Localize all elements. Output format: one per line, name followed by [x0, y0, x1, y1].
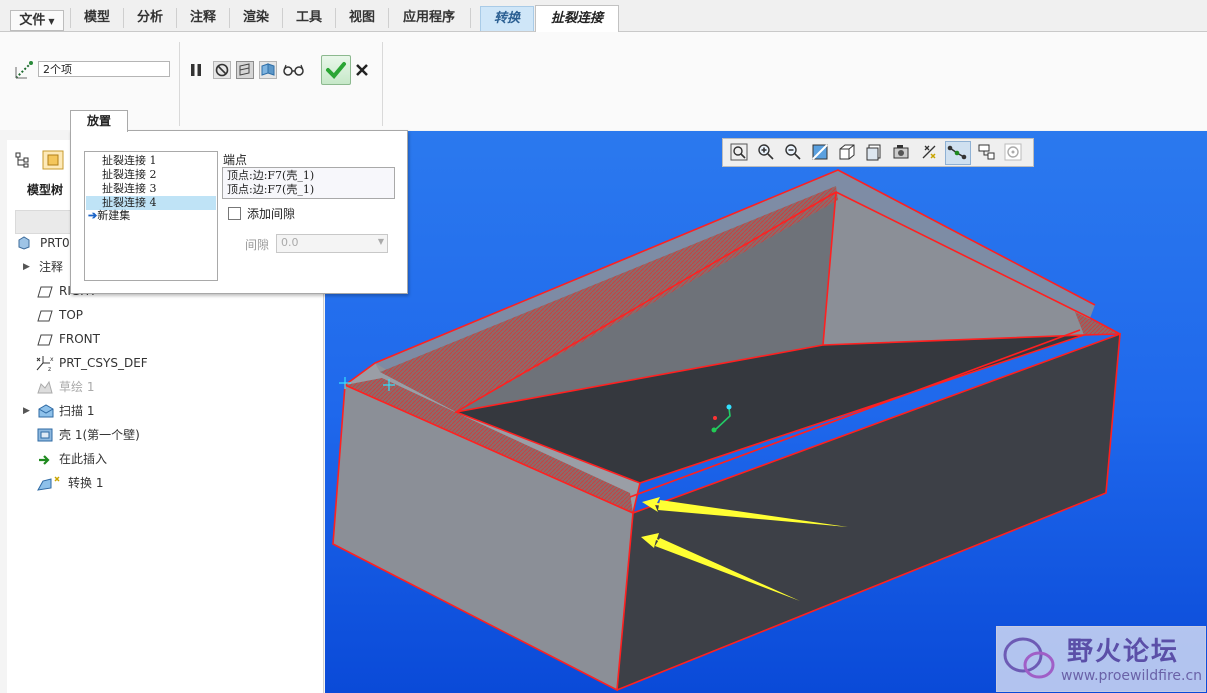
model-view [332, 169, 1121, 692]
gap-value: 0.0 [281, 236, 299, 249]
model-tree-icon[interactable] [15, 152, 31, 168]
annotation-display-icon[interactable] [976, 142, 996, 162]
convert-feature-icon [37, 476, 60, 491]
ribbon: 2个项 [0, 32, 1207, 130]
chevron-down-icon: ▼ [377, 237, 384, 246]
spin-center-icon[interactable] [1003, 142, 1023, 162]
set-list[interactable]: 扯裂连接 1 扯裂连接 2 扯裂连接 3 扯裂连接 4 ➔新建集 [84, 151, 218, 281]
add-gap-checkbox[interactable] [228, 207, 241, 220]
endpoint-item[interactable]: 顶点:边:F7(壳_1) [227, 169, 314, 183]
tab-placement[interactable]: 放置 [70, 110, 128, 132]
tab-tools[interactable]: 工具 [283, 6, 335, 30]
tree-item-label: 草绘 1 [59, 380, 95, 394]
tab-annotate[interactable]: 注释 [177, 6, 229, 30]
edge-chain-icon [15, 61, 33, 79]
placement-panel: 扯裂连接 1 扯裂连接 2 扯裂连接 3 扯裂连接 4 ➔新建集 端点 顶点:边… [70, 130, 408, 294]
coordinate-system-icon: zx [36, 356, 54, 372]
ok-button[interactable] [321, 55, 351, 85]
add-gap-label: 添加间隙 [247, 207, 296, 221]
watermark-title: 野火论坛 [1067, 637, 1180, 667]
file-menu-label: 文件 [19, 13, 46, 28]
datum-plane-icon [37, 310, 53, 322]
cancel-x-icon[interactable] [355, 63, 369, 77]
datum-plane-icon [37, 334, 53, 346]
tab-render[interactable]: 渲染 [230, 6, 282, 30]
tree-item-label: 壳 1(第一个壁) [59, 428, 140, 442]
new-set-item[interactable]: ➔新建集 [88, 209, 130, 223]
menu-divider [470, 8, 471, 28]
model-tree-tab[interactable]: 模型树 [27, 181, 63, 198]
zoom-out-icon[interactable] [783, 142, 803, 162]
tab-view[interactable]: 视图 [336, 6, 388, 30]
set-item-4[interactable]: 扯裂连接 4 [86, 196, 216, 210]
graphics-viewport[interactable] [325, 131, 1207, 693]
display-style-icon[interactable] [837, 142, 857, 162]
set-item-2[interactable]: 扯裂连接 2 [86, 168, 216, 182]
view-manager-icon[interactable] [891, 142, 911, 162]
insert-arrow-icon [39, 455, 50, 465]
sweep-icon [38, 404, 54, 418]
watermark-url: www.proewildfire.cn [1061, 668, 1203, 684]
zoom-in-icon[interactable] [756, 142, 776, 162]
ribbon-divider [179, 42, 180, 126]
datum-display-icon[interactable] [919, 142, 939, 162]
point-display-button[interactable] [945, 141, 971, 165]
set-item-1[interactable]: 扯裂连接 1 [86, 154, 216, 168]
pause-icon[interactable] [188, 62, 204, 78]
file-menu[interactable]: 文件 ▼ [10, 10, 64, 31]
expand-arrow-icon[interactable]: ▶ [23, 256, 30, 278]
forum-watermark: 野火论坛 www.proewildfire.cn [996, 626, 1206, 692]
checkmark-icon [326, 62, 346, 79]
svg-text:x: x [50, 356, 54, 363]
inner-right-wall [823, 192, 1090, 345]
part-icon [18, 236, 30, 250]
refit-icon[interactable] [729, 142, 749, 162]
references-collector[interactable]: 2个项 [38, 61, 170, 77]
set-item-3[interactable]: 扯裂连接 3 [86, 182, 216, 196]
folder-browser-icon[interactable] [42, 150, 64, 170]
geometry-preview-icon[interactable] [236, 61, 254, 79]
sketch-icon [37, 380, 53, 394]
endpoints-label: 端点 [223, 153, 248, 167]
arrow-right-icon: ➔ [88, 209, 98, 222]
ribbon-divider [382, 42, 383, 126]
tree-item-label: FRONT [59, 332, 100, 346]
tab-convert[interactable]: 转换 [480, 6, 534, 31]
tree-item-label: PRT_CSYS_DEF [59, 356, 148, 370]
tree-item-label: 转换 1 [68, 476, 104, 490]
repaint-icon[interactable] [810, 142, 830, 162]
chevron-down-icon: ▼ [48, 17, 55, 26]
no-preview-icon[interactable] [213, 61, 231, 79]
tab-model[interactable]: 模型 [71, 6, 123, 30]
new-set-label: 新建集 [97, 209, 131, 222]
verify-glasses-icon[interactable] [283, 63, 305, 77]
gap-dropdown[interactable]: 0.0 ▼ [276, 234, 388, 253]
gap-label: 间隙 [245, 238, 270, 252]
tree-item-label: 扫描 1 [59, 404, 95, 418]
tree-item-label: 在此插入 [59, 452, 108, 466]
menubar: 文件 ▼ 模型 分析 注释 渲染 工具 视图 应用程序 转换 扯裂连接 [0, 0, 1207, 32]
endpoints-collector[interactable]: 顶点:边:F7(壳_1) 顶点:边:F7(壳_1) [222, 167, 395, 199]
feature-preview-icon[interactable] [259, 61, 277, 79]
tab-rip-connect[interactable]: 扯裂连接 [535, 5, 619, 32]
shell-icon [37, 428, 53, 442]
forum-logo [1003, 637, 1055, 679]
tab-analysis[interactable]: 分析 [124, 6, 176, 30]
tree-item-label: TOP [59, 308, 84, 322]
point-display-icon [947, 145, 967, 160]
saved-views-icon[interactable] [864, 142, 884, 162]
tab-applications[interactable]: 应用程序 [389, 6, 469, 30]
svg-text:z: z [48, 366, 51, 372]
endpoint-item[interactable]: 顶点:边:F7(壳_1) [227, 183, 314, 197]
datum-plane-icon [37, 286, 53, 298]
view-toolbar [722, 138, 1034, 167]
expand-arrow-icon[interactable]: ▶ [23, 400, 30, 422]
tree-item-label: 注释 [39, 260, 64, 274]
